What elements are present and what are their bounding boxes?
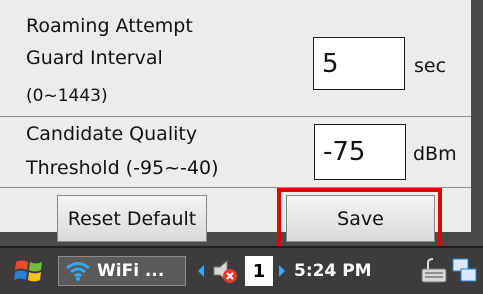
wifi-taskbar-button[interactable]: WiFi ... [58,256,186,286]
wifi-label: WiFi ... [97,261,165,281]
scrollbar[interactable] [471,0,483,232]
windows-start-icon [14,260,42,282]
previous-button[interactable] [196,256,206,286]
start-button[interactable] [12,256,48,286]
roaming-interval-input[interactable]: 5 [313,37,405,90]
speaker-muted-icon [213,259,237,283]
left-arrow-icon [198,265,204,277]
page-indicator: 1 [245,256,273,286]
network-icon [452,258,477,282]
candidate-label-line2: Threshold (-95~-40) [26,157,219,179]
divider [0,116,471,117]
next-button[interactable] [277,256,287,286]
taskbar: WiFi ... 1 5:24 PM [0,246,483,294]
reset-default-button[interactable]: Reset Default [57,195,207,242]
roaming-label-line1: Roaming Attempt [26,15,193,37]
candidate-label-line1: Candidate Quality [26,123,198,145]
candidate-threshold-input[interactable]: -75 [314,124,406,180]
clock[interactable]: 5:24 PM [294,256,372,286]
roaming-unit-label: sec [414,55,447,77]
roaming-range-label: (0~1443) [26,86,108,106]
wifi-icon [66,262,90,281]
roaming-label-line2: Guard Interval [26,47,163,69]
candidate-unit-label: dBm [413,143,457,165]
network-button[interactable] [451,256,479,286]
keyboard-button[interactable] [420,256,448,286]
keyboard-icon [421,258,447,283]
volume-button[interactable] [211,256,239,286]
save-highlight-box [277,188,442,250]
right-arrow-icon [279,265,285,277]
